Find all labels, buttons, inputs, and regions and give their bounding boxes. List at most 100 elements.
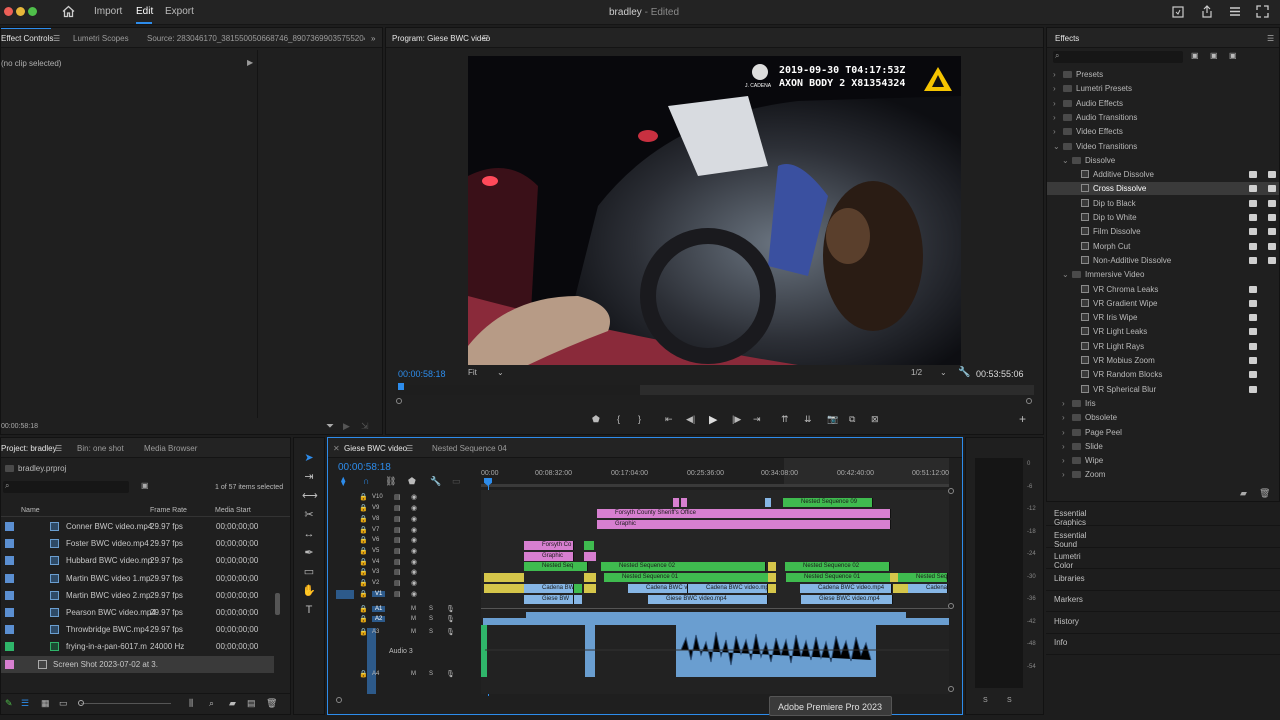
sync-lock-icon[interactable]: ▤	[394, 579, 401, 587]
source-patch-a3[interactable]	[367, 628, 376, 694]
more-tabs-icon[interactable]: »	[371, 34, 375, 43]
thumbnail-size-slider[interactable]	[81, 703, 171, 704]
chevron-down-icon[interactable]: ⌄	[1062, 268, 1072, 281]
mute-track-button[interactable]: M	[411, 629, 416, 635]
track-select-tool-icon[interactable]: ⇥	[302, 470, 316, 484]
timeline-clip[interactable]: Nested Sequence 01	[604, 573, 774, 582]
timeline-clip[interactable]: Graphic	[524, 552, 574, 561]
go-to-out-icon[interactable]: ⇥	[753, 414, 761, 425]
side-panel-history[interactable]: History	[1054, 617, 1079, 626]
find-icon[interactable]: ⌕	[209, 698, 214, 709]
yuv-effects-icon[interactable]: ▣	[1229, 51, 1237, 60]
effects-item[interactable]: Non-Additive Dissolve	[1047, 254, 1279, 267]
effects-item[interactable]: VR Random Blocks	[1047, 368, 1279, 381]
track-lock-icon[interactable]: 🔒	[359, 615, 368, 623]
effects-item[interactable]: ⌄ Dissolve	[1047, 154, 1279, 167]
slip-tool-icon[interactable]: ↔	[302, 527, 316, 541]
voiceover-record-icon[interactable]: 🎙	[446, 615, 455, 623]
freeform-view-icon[interactable]: ▭	[59, 698, 68, 709]
snap-icon[interactable]: ∩	[363, 476, 369, 486]
label-color-swatch[interactable]	[5, 659, 14, 669]
track-lock-icon[interactable]: 🔒	[359, 547, 368, 555]
new-bin-icon[interactable]: ▰	[1240, 488, 1247, 499]
timeline-clip[interactable]: Nested Sequence 09	[783, 498, 873, 507]
effects-item[interactable]: Dip to White	[1047, 211, 1279, 224]
pen-tool-icon[interactable]: ✒	[302, 546, 316, 560]
pencil-icon[interactable]: ✎	[5, 698, 13, 709]
timeline-clip[interactable]: Nested Sequence 02	[785, 562, 890, 571]
vscroll-handle-bottom[interactable]	[948, 686, 954, 692]
timeline-clip-small[interactable]	[893, 584, 908, 593]
timeline-clip[interactable]: Cadena BWC	[908, 584, 948, 593]
toggle-output-eye-icon[interactable]: ◉	[411, 547, 417, 555]
project-item-row[interactable]: Screen Shot 2023-07-02 at 3.	[1, 655, 274, 673]
timeline-clip[interactable]: Nested Sequence 01	[786, 573, 896, 582]
effects-item[interactable]: › Presets	[1047, 68, 1279, 81]
timeline-horizontal-scroll[interactable]	[481, 686, 949, 694]
tab-nested-sequence-04[interactable]: Nested Sequence 04	[432, 444, 507, 453]
timeline-settings-icon[interactable]: 🔧	[430, 476, 441, 487]
timeline-clip-small[interactable]	[584, 584, 596, 593]
nest-toggle-icon[interactable]: ⧫	[341, 476, 345, 487]
effects-item[interactable]: › Audio Transitions	[1047, 111, 1279, 124]
timeline-clip-small[interactable]	[484, 584, 524, 593]
effects-item[interactable]: › Video Effects	[1047, 125, 1279, 138]
video-frame[interactable]: J. CADENA 2019-09-30 T04:17:53Z AXON BOD…	[468, 56, 961, 365]
track-label[interactable]: V6	[372, 537, 379, 543]
track-lock-icon[interactable]: 🔒	[359, 526, 368, 534]
clear-icon[interactable]: 🗑	[266, 698, 277, 709]
new-item-icon[interactable]: ▤	[247, 698, 256, 709]
settings-wrench-icon[interactable]: 🔧	[958, 367, 970, 378]
program-menu-icon[interactable]: ☰	[482, 34, 489, 43]
chevron-right-icon[interactable]: ›	[1062, 468, 1072, 481]
timeline-clip-small[interactable]	[584, 552, 596, 561]
sync-lock-icon[interactable]: ▤	[394, 493, 401, 501]
mute-track-button[interactable]: M	[411, 606, 416, 612]
label-color-swatch[interactable]	[5, 590, 14, 600]
effects-item[interactable]: › Obsolete	[1047, 411, 1279, 424]
chevron-down-icon[interactable]: ⌄	[1062, 154, 1072, 167]
minimize-window-button[interactable]	[16, 7, 25, 16]
play-only-icon[interactable]: ▶	[343, 421, 350, 432]
tab-lumetri-scopes[interactable]: Lumetri Scopes	[73, 34, 129, 43]
razor-tool-icon[interactable]: ✂	[302, 508, 316, 522]
slider-knob[interactable]	[78, 700, 84, 706]
toggle-output-eye-icon[interactable]: ◉	[411, 515, 417, 523]
timeline-clip[interactable]: Nested Sequence 02	[601, 562, 766, 571]
toggle-output-eye-icon[interactable]: ◉	[411, 568, 417, 576]
toggle-output-eye-icon[interactable]: ◉	[411, 558, 417, 566]
linked-selection-icon[interactable]: ⛓	[385, 476, 396, 487]
captions-icon[interactable]: ▭	[452, 476, 461, 487]
track-lock-icon[interactable]: 🔒	[359, 536, 368, 544]
rectangle-tool-icon[interactable]: ▭	[302, 565, 316, 579]
solo-track-button[interactable]: S	[429, 671, 433, 677]
timeline-clip[interactable]: Giese BW	[524, 595, 574, 604]
track-label[interactable]: V2	[372, 580, 379, 586]
zoom-handle-left[interactable]	[336, 697, 342, 703]
track-label[interactable]: V10	[372, 494, 383, 500]
sync-lock-icon[interactable]: ▤	[394, 547, 401, 555]
effect-controls-menu-icon[interactable]: ☰	[53, 34, 60, 43]
mark-in-icon[interactable]: {	[617, 414, 620, 424]
track-label[interactable]: A4	[372, 671, 379, 677]
mute-track-button[interactable]: M	[411, 671, 416, 677]
track-label[interactable]: A3	[372, 629, 379, 635]
label-color-swatch[interactable]	[5, 573, 14, 583]
project-item-row[interactable]: Hubbard BWC video.mp 29.97 fps 00;00;00;00	[1, 552, 291, 569]
col-frame-rate[interactable]: Frame Rate	[150, 507, 187, 514]
timeline-clip[interactable]: Cadena BWC video.mp4	[688, 584, 768, 593]
effects-item[interactable]: VR Spherical Blur	[1047, 383, 1279, 396]
effects-item[interactable]: Film Dissolve	[1047, 225, 1279, 238]
label-color-swatch[interactable]	[5, 539, 14, 549]
filter-icon[interactable]: ⏷	[326, 421, 334, 432]
chevron-right-icon[interactable]: ›	[1062, 397, 1072, 410]
effects-item[interactable]: Cross Dissolve	[1047, 182, 1279, 196]
export-frame-icon[interactable]: ⇲	[361, 421, 369, 432]
sync-lock-icon[interactable]: ▤	[394, 536, 401, 544]
track-label[interactable]: V1	[372, 591, 386, 597]
col-media-start[interactable]: Media Start	[215, 507, 251, 514]
share-icon[interactable]	[1201, 5, 1213, 18]
zoom-select[interactable]: Fit ⌄	[468, 368, 506, 380]
timeline-clip[interactable]: Graphic	[597, 520, 891, 529]
toggle-output-eye-icon[interactable]: ◉	[411, 590, 417, 598]
